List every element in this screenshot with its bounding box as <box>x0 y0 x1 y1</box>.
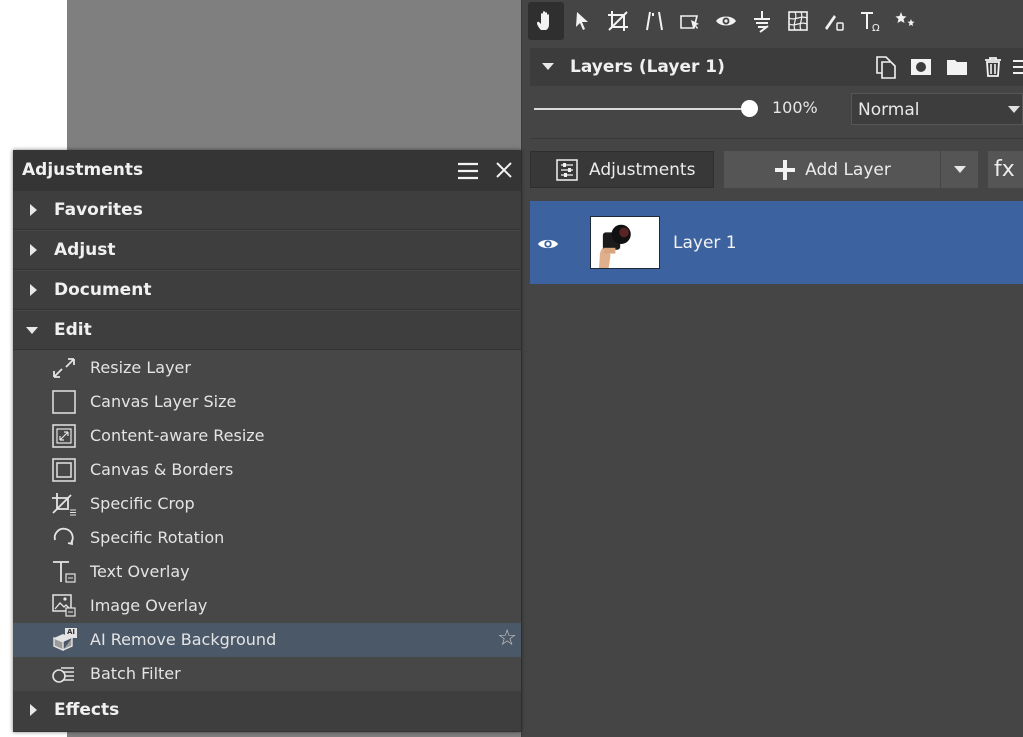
opacity-value: 100% <box>772 98 818 117</box>
item-label: Text Overlay <box>90 562 190 581</box>
chevron-down-icon <box>1008 106 1020 113</box>
section-label: Favorites <box>54 200 143 220</box>
adjustments-button-label: Adjustments <box>589 159 696 180</box>
adjustments-panel: Adjustments Favorites Adjust Document Ed… <box>13 150 521 732</box>
layers-title: Layers (Layer 1) <box>570 57 725 77</box>
edit-item-specific-crop[interactable]: Specific Crop <box>13 487 521 521</box>
item-label: Canvas Layer Size <box>90 392 237 411</box>
batch-filter-icon <box>51 662 77 686</box>
item-label: Canvas & Borders <box>90 460 234 479</box>
fx-button[interactable]: fx <box>988 151 1023 188</box>
section-effects[interactable]: Effects <box>13 691 521 732</box>
section-label: Edit <box>54 320 92 340</box>
crop-icon[interactable] <box>600 2 636 40</box>
item-label: Specific Rotation <box>90 528 225 547</box>
hand-icon[interactable] <box>528 2 564 40</box>
text-icon[interactable]: Ω <box>852 2 888 40</box>
plus-icon <box>775 159 796 180</box>
section-adjust[interactable]: Adjust <box>13 231 521 270</box>
chevron-down-icon <box>26 327 38 334</box>
straighten-icon[interactable] <box>636 2 672 40</box>
adjustments-titlebar[interactable]: Adjustments <box>13 150 521 191</box>
text-overlay-icon <box>51 560 77 584</box>
resize-icon <box>51 356 77 380</box>
eye-icon[interactable] <box>536 233 560 259</box>
crop-icon <box>51 492 77 516</box>
layers-menu-icon[interactable] <box>1011 48 1023 86</box>
svg-text:Ω: Ω <box>872 23 880 33</box>
canvas-size-icon <box>51 390 77 414</box>
image-overlay-icon <box>51 594 77 618</box>
item-label: Specific Crop <box>90 494 195 513</box>
perspective-icon[interactable] <box>672 2 708 40</box>
edit-item-ai-remove-background[interactable]: AI AI Remove Background ☆ <box>13 623 521 657</box>
edit-item-content-aware-resize[interactable]: Content-aware Resize <box>13 419 521 453</box>
chevron-right-icon <box>30 204 37 216</box>
rotation-icon <box>51 526 77 550</box>
blend-mode-value: Normal <box>858 100 920 120</box>
effects-icon[interactable] <box>888 2 924 40</box>
chevron-right-icon <box>30 284 37 296</box>
ai-badge: AI <box>67 628 76 636</box>
chevron-down-icon <box>953 166 966 173</box>
content-aware-icon <box>51 424 77 448</box>
edit-item-resize-layer[interactable]: Resize Layer <box>13 351 521 385</box>
edit-item-specific-rotation[interactable]: Specific Rotation <box>13 521 521 555</box>
edit-item-batch-filter[interactable]: Batch Filter <box>13 657 521 691</box>
adjustments-button[interactable]: Adjustments <box>530 151 714 188</box>
star-icon[interactable]: ☆ <box>497 627 517 651</box>
section-edit[interactable]: Edit <box>13 311 521 350</box>
hamburger-menu-icon[interactable] <box>457 160 479 186</box>
brush-icon[interactable] <box>816 2 852 40</box>
tool-bar: Ω <box>528 0 1023 42</box>
item-label: Content-aware Resize <box>90 426 265 445</box>
folder-icon[interactable] <box>939 48 975 86</box>
add-layer-button[interactable]: Add Layer <box>724 151 940 188</box>
edit-item-image-overlay[interactable]: Image Overlay <box>13 589 521 623</box>
layer-name: Layer 1 <box>673 233 737 253</box>
chevron-right-icon <box>30 704 37 716</box>
levels-icon[interactable] <box>744 2 780 40</box>
duplicate-layer-icon[interactable] <box>867 48 903 86</box>
adjustments-icon <box>556 158 578 181</box>
adjustments-title: Adjustments <box>22 160 144 180</box>
pointer-icon[interactable] <box>564 2 600 40</box>
section-favorites[interactable]: Favorites <box>13 191 521 230</box>
eye-icon[interactable] <box>708 2 744 40</box>
add-layer-dropdown[interactable] <box>941 151 978 188</box>
add-layer-label: Add Layer <box>805 159 891 180</box>
warp-icon[interactable] <box>780 2 816 40</box>
trash-icon[interactable] <box>975 48 1011 86</box>
opacity-slider-handle[interactable] <box>741 100 758 117</box>
edit-item-canvas-layer-size[interactable]: Canvas Layer Size <box>13 385 521 419</box>
close-icon[interactable] <box>495 161 513 183</box>
opacity-slider-track[interactable] <box>534 108 746 110</box>
item-label: Resize Layer <box>90 358 191 377</box>
collapse-icon[interactable] <box>542 63 554 70</box>
section-label: Document <box>54 280 152 300</box>
item-label: AI Remove Background <box>90 630 277 649</box>
section-label: Adjust <box>54 240 116 260</box>
chevron-right-icon <box>30 244 37 256</box>
mask-icon[interactable] <box>903 48 939 86</box>
blend-mode-select[interactable]: Normal <box>851 93 1023 125</box>
divider <box>530 138 1023 139</box>
section-label: Effects <box>54 700 120 720</box>
layers-header[interactable]: Layers (Layer 1) <box>530 48 1023 86</box>
item-label: Image Overlay <box>90 596 208 615</box>
borders-icon <box>51 458 77 482</box>
edit-item-text-overlay[interactable]: Text Overlay <box>13 555 521 589</box>
layer-thumbnail[interactable] <box>590 216 660 269</box>
item-label: Batch Filter <box>90 664 181 683</box>
section-document[interactable]: Document <box>13 271 521 310</box>
edit-item-canvas-borders[interactable]: Canvas & Borders <box>13 453 521 487</box>
